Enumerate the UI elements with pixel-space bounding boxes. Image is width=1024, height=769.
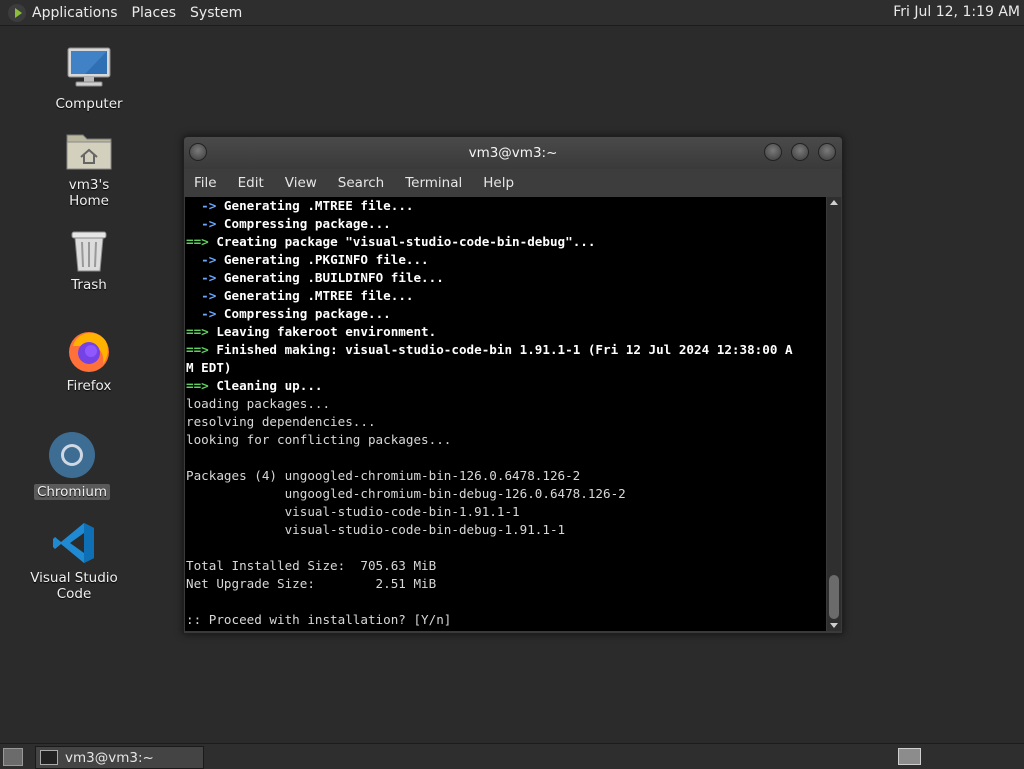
- home-folder-icon: [66, 134, 112, 170]
- desktop-icon-label: Firefox: [66, 378, 112, 394]
- desktop-icon-label: vm3's Home: [68, 177, 110, 209]
- top-panel: Applications Places System Fri Jul 12, 1…: [0, 0, 1024, 26]
- terminal-output[interactable]: -> Generating .MTREE file... -> Compress…: [185, 197, 826, 631]
- terminal-line: -> Generating .MTREE file...: [201, 198, 414, 213]
- desktop-icon-computer[interactable]: Computer: [50, 44, 128, 112]
- terminal-line: looking for conflicting packages...: [186, 432, 452, 447]
- terminal-line: visual-studio-code-bin-1.91.1-1: [186, 504, 520, 519]
- close-button[interactable]: [818, 143, 836, 161]
- scroll-up-arrow-icon[interactable]: [830, 200, 838, 205]
- window-titlebar[interactable]: vm3@vm3:~: [184, 137, 842, 169]
- terminal-menubar: File Edit View Search Terminal Help: [184, 169, 842, 197]
- menu-system[interactable]: System: [190, 5, 242, 21]
- terminal-line: ==> Creating package "visual-studio-code…: [186, 234, 596, 249]
- menu-edit[interactable]: Edit: [238, 175, 264, 191]
- terminal-line: -> Generating .PKGINFO file...: [201, 252, 429, 267]
- bottom-panel: vm3@vm3:~: [0, 743, 1024, 769]
- chromium-icon: [49, 432, 95, 478]
- desktop-icon-label: Visual Studio Code: [30, 570, 118, 602]
- clock[interactable]: Fri Jul 12, 1:19 AM: [893, 4, 1020, 20]
- terminal-line: :: Proceed with installation? [Y/n]: [186, 612, 459, 627]
- firefox-icon: [69, 332, 109, 372]
- taskbar-window-label: vm3@vm3:~: [65, 749, 154, 766]
- terminal-line: loading packages...: [186, 396, 331, 411]
- window-title: vm3@vm3:~: [468, 145, 558, 161]
- menu-search[interactable]: Search: [338, 175, 384, 191]
- terminal-line: ungoogled-chromium-bin-debug-126.0.6478.…: [186, 486, 626, 501]
- maximize-button[interactable]: [791, 143, 809, 161]
- terminal-line: Total Installed Size: 705.63 MiB: [186, 558, 437, 573]
- applications-logo-icon[interactable]: [8, 3, 26, 22]
- terminal-line: ==> Cleaning up...: [186, 378, 323, 393]
- menu-help[interactable]: Help: [483, 175, 514, 191]
- menu-places[interactable]: Places: [132, 5, 177, 21]
- terminal-line: ==> Leaving fakeroot environment.: [186, 324, 437, 339]
- taskbar-window-button[interactable]: vm3@vm3:~: [35, 746, 204, 769]
- terminal-icon: [40, 750, 58, 765]
- terminal-line: Packages (4) ungoogled-chromium-bin-126.…: [186, 468, 581, 483]
- scroll-down-arrow-icon[interactable]: [830, 623, 838, 628]
- terminal-line: M EDT): [186, 360, 232, 375]
- terminal-line: -> Generating .MTREE file...: [201, 288, 414, 303]
- terminal-line: -> Compressing package...: [201, 216, 391, 231]
- desktop-icon-trash[interactable]: Trash: [50, 229, 128, 293]
- terminal-window[interactable]: vm3@vm3:~ File Edit View Search Terminal…: [183, 136, 843, 634]
- trash-icon: [71, 231, 107, 272]
- terminal-line: visual-studio-code-bin-debug-1.91.1-1: [186, 522, 566, 537]
- desktop-icon-label: Chromium: [33, 484, 111, 500]
- desktop-icon-label: Trash: [71, 277, 107, 293]
- scrollbar-thumb[interactable]: [829, 575, 839, 619]
- desktop-icon-vscode[interactable]: Visual Studio Code: [14, 520, 134, 602]
- vscode-icon: [53, 523, 94, 563]
- terminal-line: Net Upgrade Size: 2.51 MiB: [186, 576, 437, 591]
- menu-applications[interactable]: Applications: [32, 5, 118, 21]
- desktop-icon-home[interactable]: vm3's Home: [44, 127, 134, 209]
- menu-view[interactable]: View: [285, 175, 317, 191]
- show-desktop-icon[interactable]: [3, 748, 23, 766]
- desktop-icon-label: Computer: [55, 96, 123, 112]
- desktop-icon-firefox[interactable]: Firefox: [50, 326, 128, 394]
- terminal-line: -> Generating .BUILDINFO file...: [201, 270, 444, 285]
- terminal-line: ==> Finished making: visual-studio-code-…: [186, 342, 793, 357]
- minimize-button[interactable]: [764, 143, 782, 161]
- menu-terminal[interactable]: Terminal: [405, 175, 462, 191]
- terminal-scrollbar[interactable]: [827, 197, 841, 631]
- workspace-switcher[interactable]: [898, 748, 921, 765]
- computer-icon: [67, 47, 111, 87]
- desktop-icon-chromium[interactable]: Chromium: [33, 430, 111, 500]
- terminal-line: resolving dependencies...: [186, 414, 376, 429]
- menu-file[interactable]: File: [194, 175, 217, 191]
- terminal-line: -> Compressing package...: [201, 306, 391, 321]
